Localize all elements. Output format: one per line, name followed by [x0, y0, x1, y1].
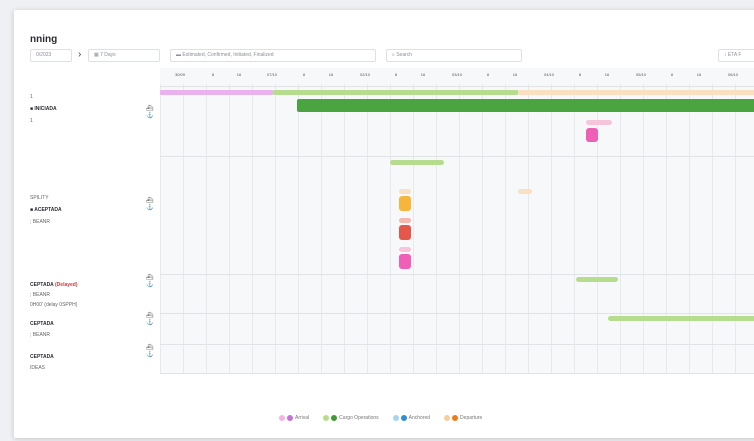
date-tick: 16 [512, 72, 518, 77]
date-tick: 16 [236, 72, 242, 77]
page-title: nning [30, 34, 58, 45]
row-line1: 1 [30, 94, 33, 100]
date-picker[interactable]: 0/2023 [30, 49, 72, 62]
vessel-info-icon[interactable]: ⛴ ⚓ [146, 197, 160, 211]
planning-card: nning 0/2023 › ▦ 7 Days ▬ Estimated, Con… [14, 10, 754, 438]
row-line2: IDEAS [30, 365, 46, 371]
status-filter[interactable]: ▬ Estimated, Confirmed, Initiated, Final… [170, 49, 376, 62]
sort-button[interactable]: ↕ ETA F [718, 49, 754, 62]
date-tick: 30/09 [174, 72, 186, 77]
arrival-bar-small[interactable] [586, 120, 612, 125]
status-label: ■ ACEPTADA [30, 207, 62, 213]
status-label: CEPTADA [30, 354, 54, 360]
cargo-operations-bar-row4[interactable] [608, 316, 754, 321]
row-line1: SPILITY [30, 195, 49, 201]
delay-marker[interactable] [399, 225, 411, 240]
legend-cargo-operations[interactable]: Cargo Operations [323, 415, 379, 421]
vessel-info-icon[interactable]: ⛴ ⚓ [146, 274, 160, 288]
arrival-bar[interactable] [160, 90, 273, 95]
arrival-dot [287, 415, 293, 421]
date-tick: 16 [420, 72, 426, 77]
date-tick: 03/10 [451, 72, 463, 77]
status-label: CEPTADA [30, 321, 54, 327]
vessel-info-icon[interactable]: ⛴ ⚓ [146, 312, 160, 326]
status-label: CEPTADA (Delayed) [30, 282, 78, 288]
date-tick: 8 [578, 72, 582, 77]
row-line2: ; BEANR [30, 332, 51, 338]
date-tick: 16 [328, 72, 334, 77]
vessel-row-2[interactable]: SPILITY ■ ACEPTADA ; BEANR ⛴ ⚓ [30, 195, 160, 235]
vessel-row-5[interactable]: ⛴ ⚓ CEPTADA IDEAS [30, 344, 160, 374]
departure-bar-light[interactable] [399, 189, 411, 194]
legend-anchored[interactable]: Anchored [392, 415, 430, 421]
row-line2: ; BEANR [30, 292, 51, 298]
search-input[interactable]: ⌕ Search [386, 49, 522, 62]
legend-arrival[interactable]: Arrival [279, 415, 309, 421]
departure-marker[interactable] [399, 196, 411, 211]
vessel-info-icon[interactable]: ⛴ ⚓ [146, 105, 160, 119]
status-label: ■ INICIADA [30, 106, 57, 112]
date-tick: 05/10 [635, 72, 647, 77]
date-tick: 06/10 [727, 72, 739, 77]
cargo-operations-bar-row3[interactable] [576, 277, 618, 282]
date-tick: 8 [394, 72, 398, 77]
row-line3: 0H00' (delay 0SPPH) [30, 302, 78, 308]
legend: Arrival Cargo Operations Anchored Depart… [279, 415, 492, 421]
cargo-operations-bar-small[interactable] [390, 160, 444, 165]
arrival-light-dot [279, 415, 285, 421]
row-line3: 1 [30, 118, 33, 124]
cargo-light-dot [323, 415, 330, 421]
vessel-info-icon[interactable]: ⛴ ⚓ [146, 344, 160, 358]
departure-bar[interactable] [518, 90, 754, 95]
anchored-dot [400, 415, 407, 421]
date-tick: 8 [486, 72, 490, 77]
arrival-marker-2[interactable] [399, 254, 411, 269]
date-tick: 8 [211, 72, 215, 77]
delayed-badge: (Delayed) [55, 282, 78, 288]
departure-dot [452, 415, 459, 421]
departure-light-dot [444, 415, 451, 421]
cargo-dot [331, 415, 338, 421]
date-tick: 16 [604, 72, 610, 77]
vessel-row-4[interactable]: ⛴ ⚓ CEPTADA ; BEANR [30, 312, 160, 342]
cargo-operations-bar[interactable] [297, 99, 754, 112]
date-tick: 04/10 [543, 72, 555, 77]
date-tick: 07/10 [266, 72, 278, 77]
arrival-bar-light[interactable] [399, 247, 411, 252]
date-tick: 8 [302, 72, 306, 77]
anchored-light-dot [392, 415, 399, 421]
vessel-row-3[interactable]: ⛴ ⚓ CEPTADA (Delayed) ; BEANR 0H00' (del… [30, 274, 160, 310]
date-tick: 16 [696, 72, 702, 77]
departure-bar-small[interactable] [518, 189, 532, 194]
row-line3: ; BEANR [30, 219, 51, 225]
vessel-row-1[interactable]: 1 ■ INICIADA 1 ⛴ ⚓ [30, 94, 160, 154]
arrival-marker[interactable] [586, 128, 598, 142]
legend-departure[interactable]: Departure [444, 415, 482, 421]
date-tick: 02/10 [359, 72, 371, 77]
date-header: 30/09 8 16 07/10 8 16 02/10 8 16 03/10 8… [160, 72, 754, 84]
date-tick: 8 [670, 72, 674, 77]
timeline-grid [160, 68, 754, 374]
anchored-bar-light[interactable] [399, 218, 411, 223]
chevron-right-icon[interactable]: › [78, 49, 81, 61]
period-select[interactable]: ▦ 7 Days [88, 49, 160, 62]
cargo-operations-bar-light[interactable] [273, 90, 518, 95]
